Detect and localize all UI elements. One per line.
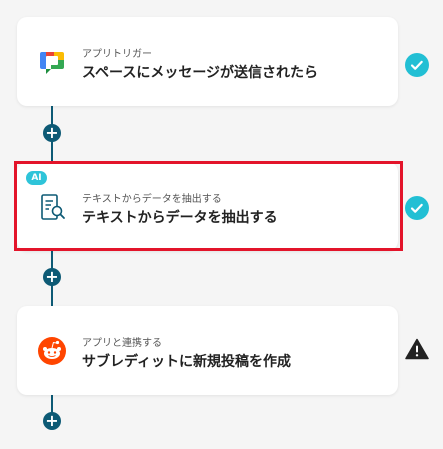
ai-badge: AI [26, 171, 47, 185]
flow-step-trigger[interactable]: アプリトリガー スペースにメッセージが送信されたら [17, 17, 398, 106]
add-step-button[interactable]: + [43, 268, 61, 286]
status-complete-icon [405, 196, 429, 220]
google-chat-icon [37, 47, 67, 77]
step-category: アプリトリガー [82, 49, 152, 60]
reddit-icon [37, 336, 67, 366]
selected-step-highlight [14, 161, 403, 251]
step-title: サブレディットに新規投稿を作成 [82, 354, 292, 370]
step-category: アプリと連携する [82, 338, 162, 349]
step-title: スペースにメッセージが送信されたら [82, 65, 319, 81]
warning-icon [405, 338, 429, 360]
add-step-button[interactable]: + [43, 124, 61, 142]
status-complete-icon [405, 53, 429, 77]
flow-step-reddit[interactable]: アプリと連携する サブレディットに新規投稿を作成 [17, 306, 398, 395]
add-step-button[interactable]: + [43, 412, 61, 430]
